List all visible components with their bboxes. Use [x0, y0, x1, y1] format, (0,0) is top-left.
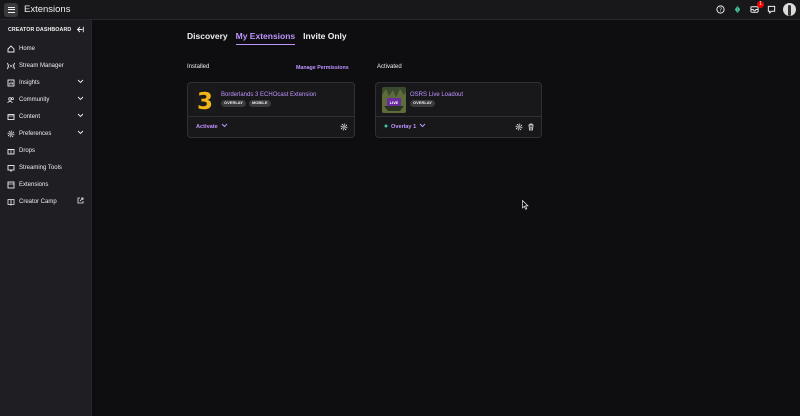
notification-badge: 1 [757, 0, 764, 8]
chevron-down-icon [77, 130, 84, 137]
sidebar-item-creator-camp[interactable]: Creator Camp [0, 193, 91, 210]
sidebar-item-label: Stream Manager [19, 62, 64, 69]
sidebar-item-stream-manager[interactable]: Stream Manager [0, 57, 91, 74]
overlay-slot-dropdown[interactable]: Overlay 1 [384, 123, 426, 130]
sidebar-item-community[interactable]: Community [0, 91, 91, 108]
tab-discovery[interactable]: Discovery [187, 31, 228, 45]
sidebar-item-drops[interactable]: Drops [0, 142, 91, 159]
top-right-controls: ? 1 [715, 0, 796, 16]
hamburger-menu-button[interactable] [4, 2, 18, 17]
settings-gear-icon[interactable] [340, 123, 348, 131]
svg-text:LIVE: LIVE [390, 101, 399, 105]
sidebar: CREATOR DASHBOARD Home Stream Manager In… [0, 20, 92, 416]
tab-my-extensions[interactable]: My Extensions [235, 31, 296, 45]
tab-invite-only[interactable]: Invite Only [303, 31, 346, 45]
osrs-thumbnail[interactable]: LIVE [382, 87, 406, 113]
sidebar-header: CREATOR DASHBOARD [0, 20, 91, 40]
svg-text:3: 3 [197, 89, 213, 113]
content-icon [7, 113, 15, 121]
broadcast-icon [7, 62, 15, 70]
sidebar-item-label: Content [19, 113, 41, 120]
app-title: Extensions [24, 4, 71, 15]
sidebar-item-home[interactable]: Home [0, 40, 91, 57]
help-icon[interactable]: ? [715, 5, 725, 15]
sidebar-item-label: Drops [19, 147, 36, 154]
gear-icon [7, 130, 15, 138]
card-footer: Activate [188, 117, 354, 137]
card-header: 3 Borderlands 3 ECHOcast Extension OVERL… [188, 83, 354, 117]
manage-permissions-link[interactable]: Manage Permissions [296, 65, 349, 71]
bits-icon[interactable] [732, 5, 742, 15]
sidebar-item-label: Home [19, 45, 36, 52]
home-icon [7, 44, 15, 53]
chevron-down-icon [419, 123, 426, 130]
active-status-dot-icon [384, 124, 388, 130]
whispers-icon[interactable] [766, 5, 776, 15]
installed-extension-card: 3 Borderlands 3 ECHOcast Extension OVERL… [187, 82, 355, 138]
extension-name[interactable]: OSRS Live Loadout [410, 92, 463, 98]
sidebar-item-insights[interactable]: Insights [0, 74, 91, 91]
extension-tags: OVERLAY MOBILE [221, 100, 271, 107]
trash-icon[interactable] [527, 123, 535, 131]
user-avatar[interactable] [783, 3, 796, 16]
activate-dropdown[interactable]: Activate [196, 123, 228, 130]
tag-overlay: OVERLAY [410, 100, 435, 107]
activate-label: Activate [196, 123, 218, 130]
borderlands-thumbnail[interactable]: 3 [194, 87, 216, 113]
sidebar-item-content[interactable]: Content [0, 108, 91, 125]
inbox-icon[interactable]: 1 [749, 0, 764, 15]
community-icon [7, 96, 15, 104]
installed-heading: Installed [187, 64, 210, 70]
sidebar-item-label: Community [19, 96, 50, 103]
tag-overlay: OVERLAY [221, 100, 246, 107]
card-header: LIVE OSRS Live Loadout OVERLAY [376, 83, 541, 117]
chevron-down-icon [221, 123, 228, 130]
insights-icon [7, 79, 15, 87]
tag-mobile: MOBILE [248, 100, 271, 107]
sidebar-item-label: Insights [19, 79, 40, 86]
chevron-down-icon [77, 96, 84, 103]
extension-tags: OVERLAY [410, 100, 435, 107]
streaming-tools-icon [7, 164, 15, 172]
extensions-icon [7, 181, 15, 189]
extension-name[interactable]: Borderlands 3 ECHOcast Extension [221, 92, 316, 98]
sidebar-item-label: Extensions [19, 181, 49, 188]
book-icon [7, 198, 15, 206]
activated-heading: Activated [377, 64, 402, 70]
mouse-cursor-icon [522, 197, 529, 215]
sidebar-item-streaming-tools[interactable]: Streaming Tools [0, 159, 91, 176]
drops-icon [7, 147, 15, 155]
overlay-slot-label: Overlay 1 [391, 123, 417, 130]
svg-text:?: ? [719, 8, 722, 14]
sidebar-title: CREATOR DASHBOARD [8, 27, 72, 33]
extension-tabs: Discovery My Extensions Invite Only [187, 31, 347, 45]
card-footer: Overlay 1 [376, 117, 541, 137]
sidebar-item-label: Preferences [19, 130, 52, 137]
chevron-down-icon [77, 113, 84, 120]
activated-extension-card: LIVE OSRS Live Loadout OVERLAY Overlay 1 [375, 82, 542, 138]
sidebar-item-label: Streaming Tools [19, 164, 62, 171]
top-bar: Extensions ? 1 [0, 0, 800, 20]
collapse-sidebar-icon[interactable] [76, 26, 84, 35]
chevron-down-icon [77, 79, 84, 86]
sidebar-item-preferences[interactable]: Preferences [0, 125, 91, 142]
settings-gear-icon[interactable] [515, 123, 523, 131]
sidebar-item-label: Creator Camp [19, 198, 57, 205]
sidebar-item-extensions[interactable]: Extensions [0, 176, 91, 193]
external-link-icon [77, 197, 84, 206]
